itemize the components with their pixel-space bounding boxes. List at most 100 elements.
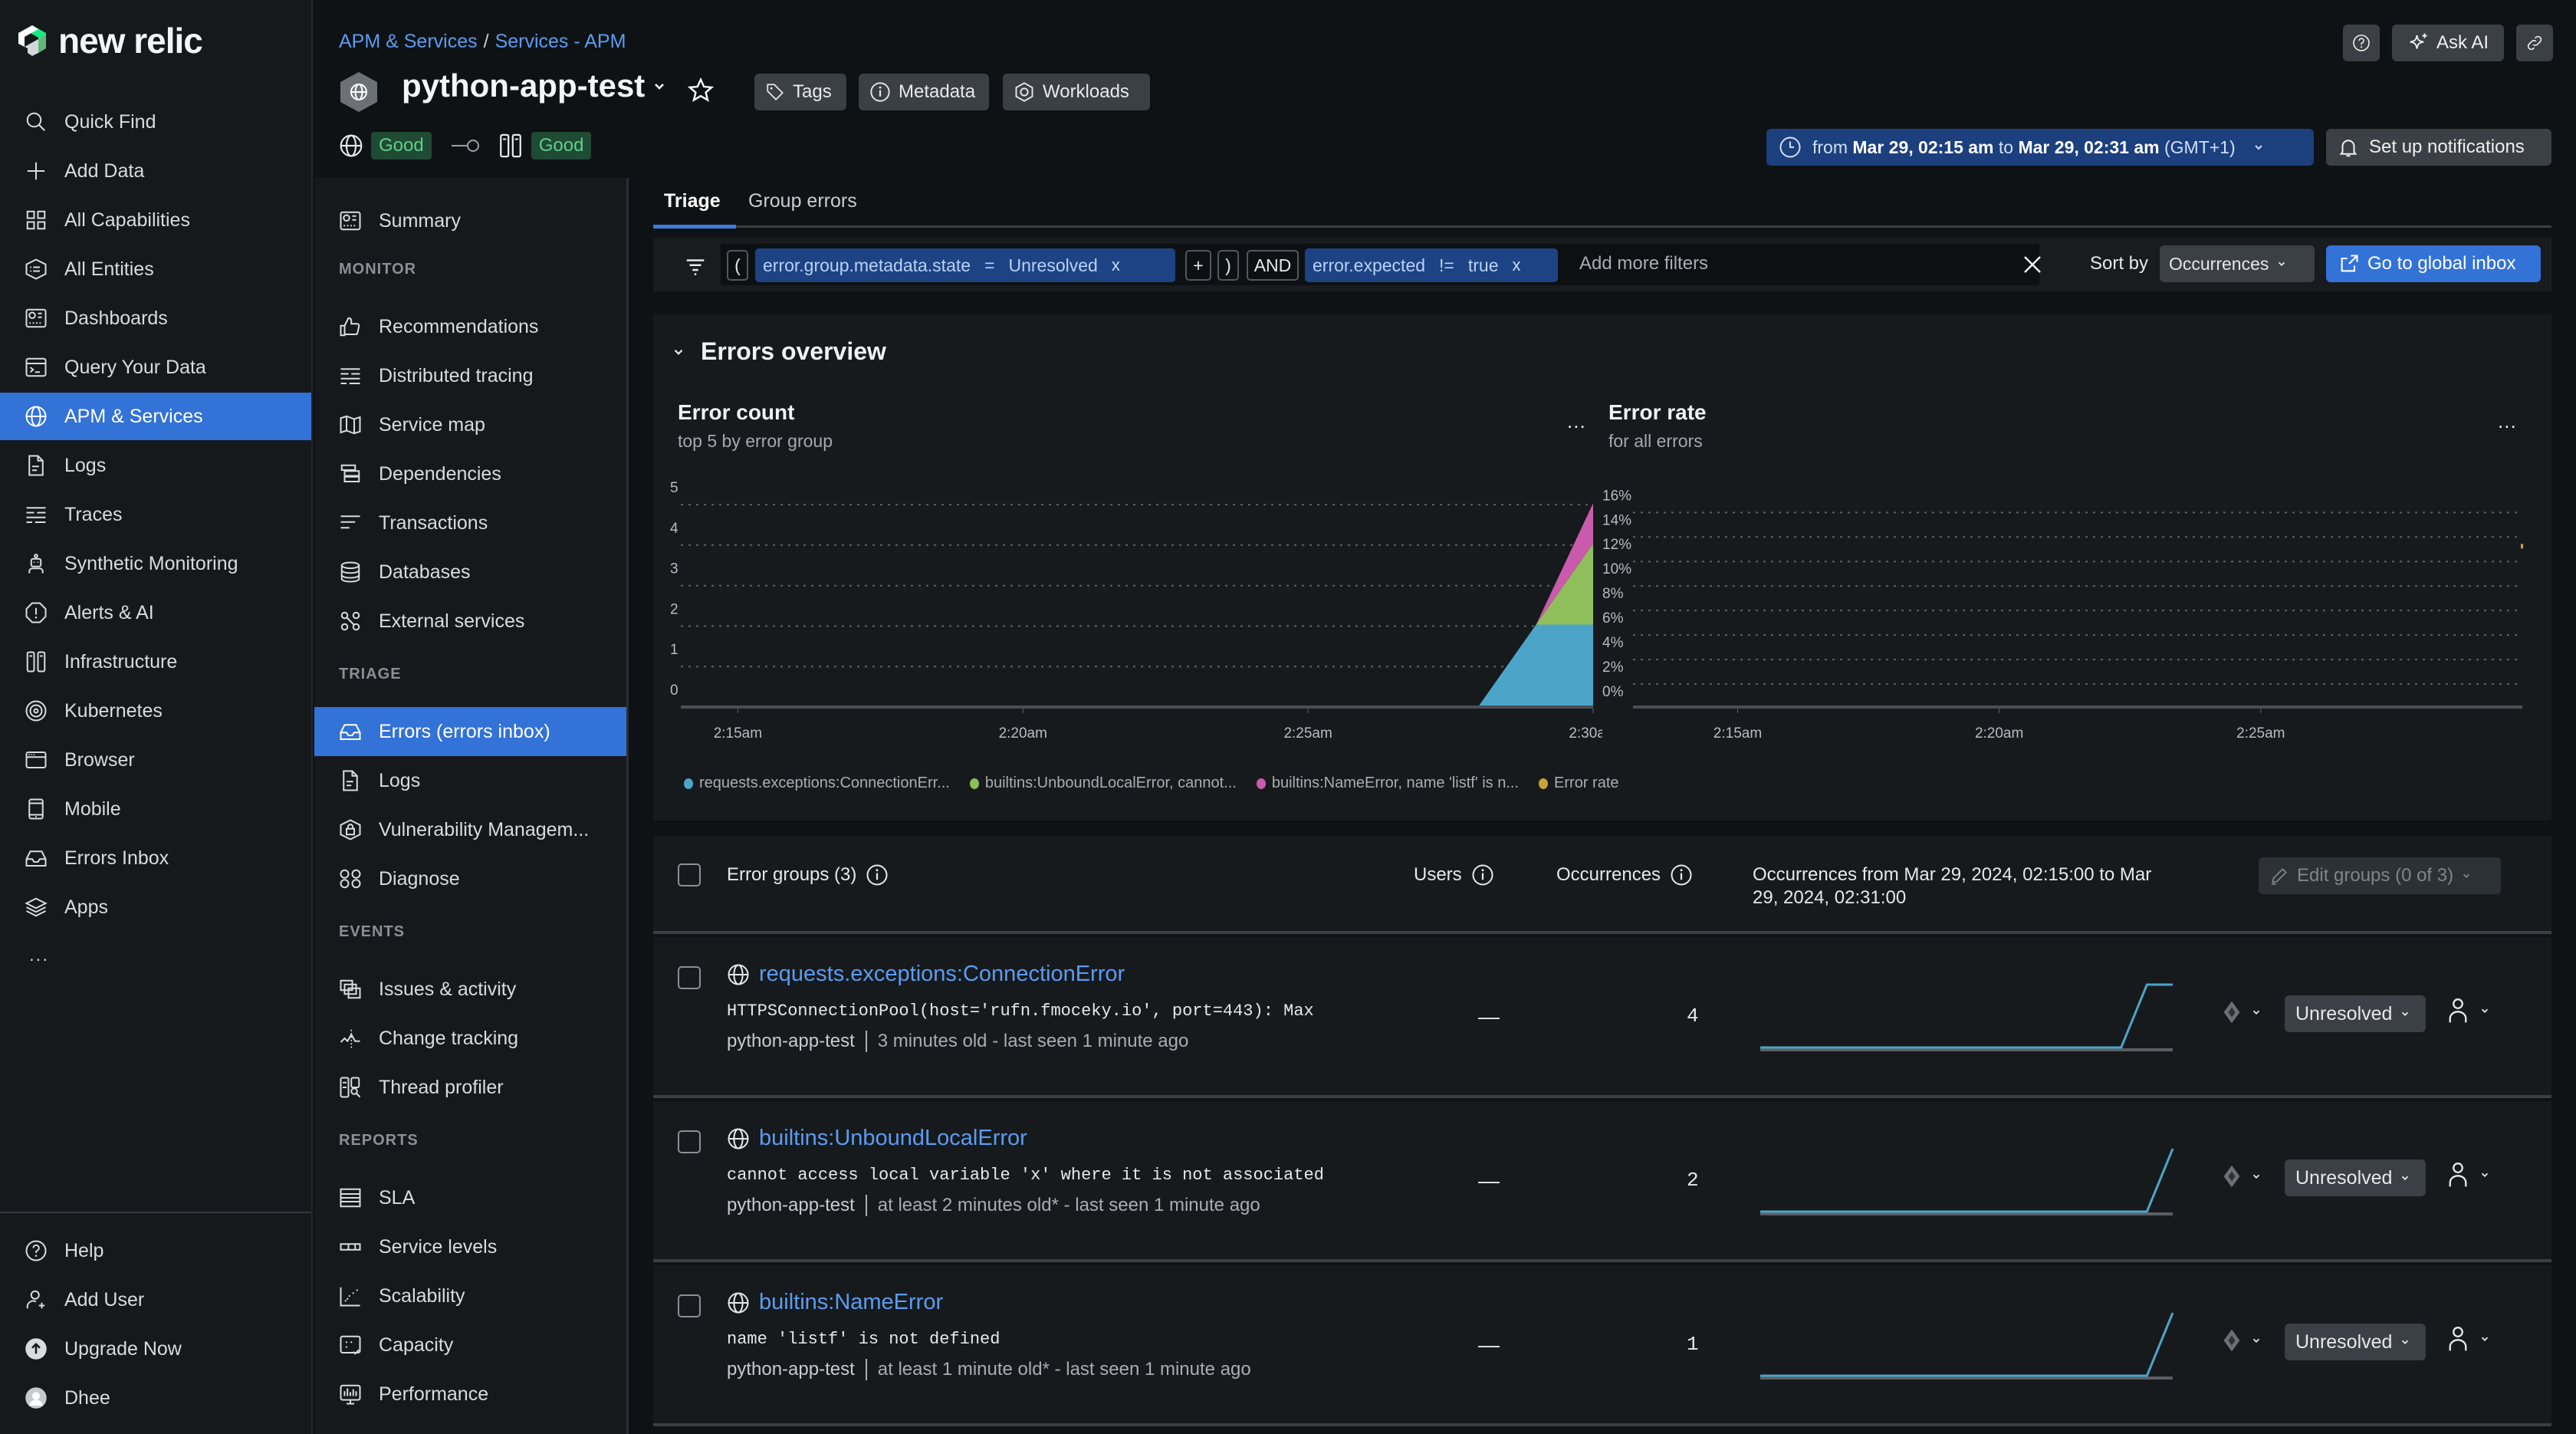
error-count-chart[interactable]: 0 1 2 3 4 5 2:15am 2:20am 2:25am 2:30am (667, 475, 1602, 752)
row-checkbox[interactable] (678, 966, 701, 989)
select-all-checkbox[interactable] (678, 863, 701, 886)
nav2-item-logs[interactable]: Logs (314, 756, 626, 805)
nav-item-kubernetes[interactable]: Kubernetes (0, 687, 311, 735)
nav-item-quick-find[interactable]: Quick Find (0, 98, 311, 146)
breadcrumb-services-apm[interactable]: Services - APM (495, 31, 626, 53)
column-users[interactable]: Users (1414, 863, 1494, 886)
nav2-item-vulnerability-managem[interactable]: Vulnerability Managem... (314, 805, 626, 854)
nav-item-apps[interactable]: Apps (0, 883, 311, 931)
clear-filters-icon[interactable] (2021, 253, 2044, 276)
tab-triage[interactable]: Triage (664, 190, 721, 212)
row-checkbox[interactable] (678, 1130, 701, 1153)
time-range-picker[interactable]: from Mar 29, 02:15 am to Mar 29, 02:31 a… (1766, 129, 2314, 166)
nav-item-browser[interactable]: Browser (0, 736, 311, 784)
nav-item-synthetic-monitoring[interactable]: Synthetic Monitoring (0, 540, 311, 587)
nav-item-all-entities[interactable]: All Entities (0, 245, 311, 293)
filter-icon[interactable] (684, 255, 707, 278)
help-button[interactable] (2343, 25, 2380, 61)
nav-item-all-capabilities[interactable]: All Capabilities (0, 196, 311, 244)
workloads-button[interactable]: Workloads (1003, 74, 1150, 110)
filter-chip-expected[interactable]: error.expected != true x (1305, 248, 1558, 282)
area-series-requests-exceptions-connectionerr[interactable] (681, 624, 1593, 705)
new-relic-logo[interactable]: new relic (17, 20, 203, 61)
nav2-item-recommendations[interactable]: Recommendations (314, 302, 626, 351)
legend-item[interactable]: builtins:NameError, name 'listf' is n... (1256, 775, 1519, 792)
edit-groups-button[interactable]: Edit groups (0 of 3) (2259, 857, 2501, 894)
errors-overview-toggle[interactable]: Errors overview (672, 337, 886, 366)
breadcrumb-apm-services[interactable]: APM & Services (339, 31, 478, 53)
priority-dropdown[interactable] (2222, 1328, 2262, 1353)
nav2-item-summary[interactable]: Summary (314, 196, 626, 245)
error-count-more-button[interactable]: ... (1567, 409, 1586, 433)
error-group-link[interactable]: requests.exceptions:ConnectionError (727, 962, 1125, 987)
area-series-builtins-unboundlocalerror-cannot[interactable] (681, 543, 1593, 705)
entity-name[interactable]: python-app-test (727, 1195, 855, 1216)
nav2-item-diagnose[interactable]: Diagnose (314, 854, 626, 903)
state-dropdown[interactable]: Unresolved (2285, 1159, 2426, 1196)
add-more-filters-input[interactable]: Add more filters (1579, 253, 1708, 275)
nav-item-logs[interactable]: Logs (0, 442, 311, 489)
error-rate-more-button[interactable]: ... (2498, 409, 2517, 433)
setup-notifications-button[interactable]: Set up notifications (2326, 129, 2551, 166)
remove-filter-icon[interactable]: x (1513, 255, 1521, 275)
nav-item-dashboards[interactable]: Dashboards (0, 294, 311, 342)
close-paren-token[interactable]: ) (1217, 250, 1239, 281)
nav-item-upgrade-now[interactable]: Upgrade Now (0, 1325, 311, 1373)
nav2-item-dependencies[interactable]: Dependencies (314, 449, 626, 498)
nav-item-apm-services[interactable]: APM & Services (0, 393, 311, 440)
nav-item-traces[interactable]: Traces (0, 491, 311, 538)
info-icon[interactable] (866, 863, 889, 886)
nav-item-mobile[interactable]: Mobile (0, 785, 311, 833)
nav-item-help[interactable]: Help (0, 1227, 311, 1274)
tags-button[interactable]: Tags (754, 74, 846, 110)
assignee-dropdown[interactable] (2446, 1161, 2490, 1189)
nav2-item-external-services[interactable]: External services (314, 597, 626, 646)
error-rate-point[interactable] (2521, 544, 2523, 549)
entity-name[interactable]: python-app-test (727, 1031, 855, 1052)
nav2-item-transactions[interactable]: Transactions (314, 498, 626, 548)
favorite-star-icon[interactable] (687, 77, 715, 104)
error-group-link[interactable]: builtins:UnboundLocalError (727, 1126, 1027, 1151)
priority-dropdown[interactable] (2222, 1000, 2262, 1025)
legend-item[interactable]: builtins:UnboundLocalError, cannot... (969, 775, 1237, 792)
ask-ai-button[interactable]: Ask AI (2392, 25, 2504, 61)
add-filter-button[interactable]: + (1185, 250, 1211, 281)
entity-name[interactable]: python-app-test (727, 1359, 855, 1380)
nav2-item-change-tracking[interactable]: Change tracking (314, 1014, 626, 1063)
area-series-builtins-nameerror-name-listf-is-n[interactable] (681, 503, 1593, 705)
column-occurrences[interactable]: Occurrences (1556, 863, 1693, 886)
copy-link-button[interactable] (2516, 25, 2553, 61)
go-to-global-inbox-button[interactable]: Go to global inbox (2326, 245, 2541, 282)
nav-item-errors-inbox[interactable]: Errors Inbox (0, 834, 311, 882)
priority-dropdown[interactable] (2222, 1164, 2262, 1189)
nav2-item-sla[interactable]: SLA (314, 1173, 626, 1222)
nav2-item-capacity[interactable]: Capacity (314, 1321, 626, 1370)
nav-item-query-your-data[interactable]: Query Your Data (0, 344, 311, 391)
nav-item-add-data[interactable]: Add Data (0, 147, 311, 195)
nav2-item-service-map[interactable]: Service map (314, 400, 626, 449)
more-nav-button[interactable]: ... (29, 945, 49, 966)
error-rate-chart[interactable]: 0% 2% 4% 6% 8% 10% 12% 14% 16% 2:15am 2:20am 2:25am (1602, 475, 2538, 752)
nav2-item-distributed-tracing[interactable]: Distributed tracing (314, 351, 626, 400)
legend-item[interactable]: Error rate (1539, 775, 1619, 792)
state-dropdown[interactable]: Unresolved (2285, 995, 2426, 1032)
assignee-dropdown[interactable] (2446, 997, 2490, 1025)
error-group-link[interactable]: builtins:NameError (727, 1290, 943, 1315)
state-dropdown[interactable]: Unresolved (2285, 1324, 2426, 1360)
nav-item-alerts-ai[interactable]: Alerts & AI (0, 589, 311, 636)
assignee-dropdown[interactable] (2446, 1325, 2490, 1353)
info-icon[interactable] (1471, 863, 1494, 886)
nav-item-dhee[interactable]: Dhee (0, 1374, 311, 1422)
filter-chip-state[interactable]: error.group.metadata.state = Unresolved … (755, 248, 1175, 282)
nav2-item-issues-activity[interactable]: Issues & activity (314, 965, 626, 1014)
nav2-item-thread-profiler[interactable]: Thread profiler (314, 1063, 626, 1112)
metadata-button[interactable]: Metadata (859, 74, 989, 110)
entity-title[interactable]: python-app-test (402, 67, 666, 104)
nav-item-infrastructure[interactable]: Infrastructure (0, 638, 311, 686)
info-icon[interactable] (1670, 863, 1693, 886)
nav2-item-databases[interactable]: Databases (314, 548, 626, 597)
tab-group-errors[interactable]: Group errors (748, 190, 857, 212)
legend-item[interactable]: requests.exceptions:ConnectionErr... (684, 775, 950, 792)
open-paren-token[interactable]: ( (727, 250, 748, 281)
nav2-item-service-levels[interactable]: Service levels (314, 1222, 626, 1271)
